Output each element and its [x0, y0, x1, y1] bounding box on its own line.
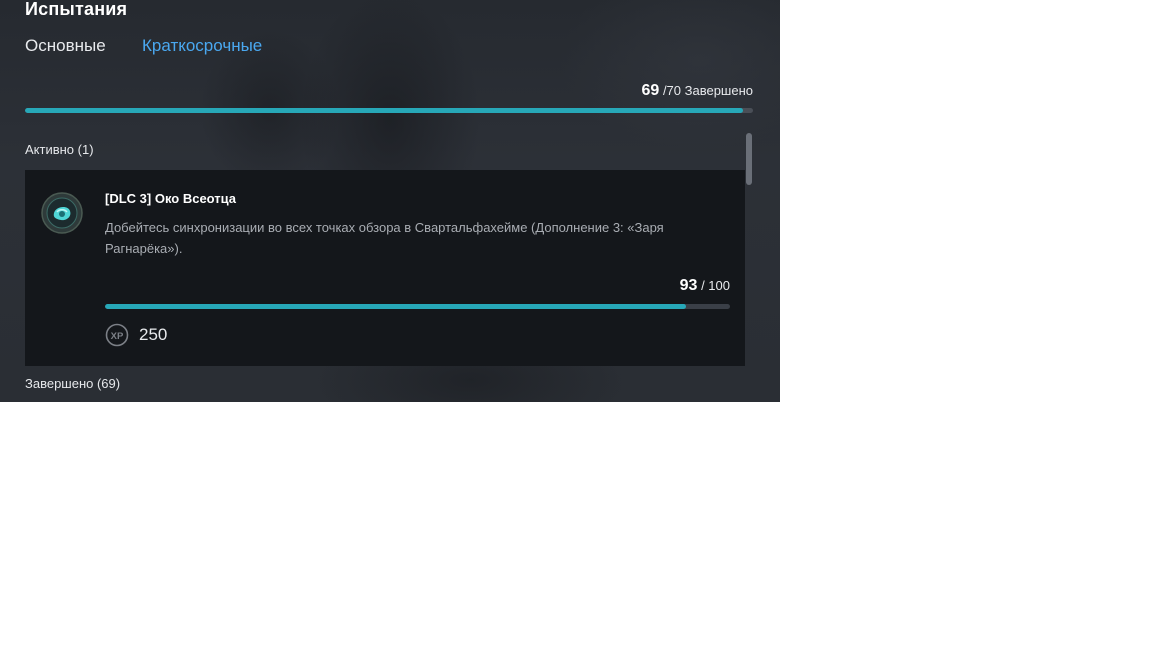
tab-main[interactable]: Основные [25, 36, 106, 56]
overall-total-text: /70 Завершено [662, 83, 753, 98]
challenge-progress-fill [105, 304, 687, 309]
eye-badge-icon [41, 192, 83, 234]
overall-completed-value: 69 [641, 82, 660, 99]
challenge-progress-current: 93 [679, 277, 698, 294]
challenge-progress-total: / 100 [701, 278, 730, 293]
challenges-panel: Испытания Основные Краткосрочные 69 /70 … [0, 0, 780, 402]
scrollbar-thumb[interactable] [746, 133, 752, 185]
overall-progress-bar [25, 108, 753, 113]
tab-short-term[interactable]: Краткосрочные [142, 36, 262, 56]
overall-progress-fill [25, 108, 743, 113]
challenge-progress-count: 93 / 100 [680, 277, 730, 295]
challenge-card[interactable]: [DLC 3] Око Всеотца Добейтесь синхрониза… [25, 170, 745, 366]
completed-section-label[interactable]: Завершено (69) [25, 376, 120, 391]
challenge-progress-bar [105, 304, 730, 309]
page-title: Испытания [25, 0, 128, 19]
xp-icon-text: XP [111, 331, 124, 342]
challenge-description: Добейтесь синхронизации во всех точках о… [105, 220, 664, 256]
overall-progress-count: 69 /70 Завершено [642, 82, 753, 100]
xp-reward-value: 250 [139, 325, 168, 344]
xp-icon: XP [105, 323, 129, 347]
active-section-label[interactable]: Активно (1) [25, 142, 94, 157]
challenge-title: [DLC 3] Око Всеотца [105, 191, 237, 206]
